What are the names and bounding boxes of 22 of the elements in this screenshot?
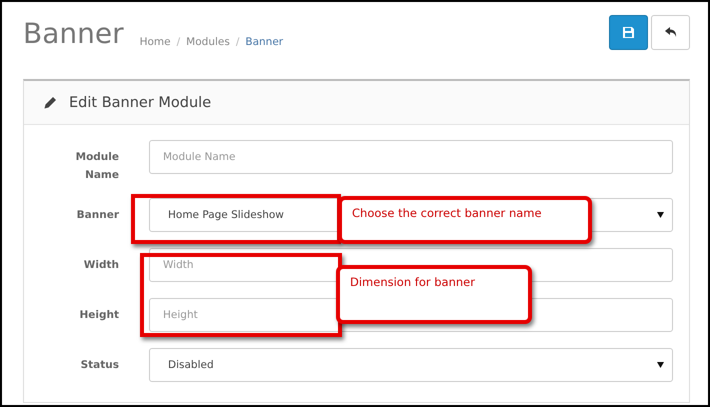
breadcrumb-link[interactable]: Home (140, 36, 171, 48)
reply-arrow-icon (664, 27, 676, 38)
breadcrumb-separator: / (236, 36, 240, 48)
annotation-tooltip: Dimension for banner (336, 265, 532, 324)
caret-icon (657, 212, 664, 218)
page-title: Banner (23, 16, 124, 52)
text-field[interactable]: Module Name (149, 140, 673, 174)
field-label: Status (80, 358, 119, 373)
pencil-icon (44, 96, 57, 109)
annotation-tooltip: Choose the correct banner name (338, 196, 592, 244)
caret-icon (657, 362, 664, 368)
field-label: Module Name (74, 150, 119, 183)
breadcrumb-separator: / (176, 36, 180, 48)
breadcrumb-link[interactable]: Banner (245, 36, 284, 48)
field-label: Height (78, 308, 119, 323)
back-button[interactable] (651, 15, 690, 50)
save-button[interactable] (609, 15, 648, 50)
select-field[interactable]: Disabled (149, 348, 673, 382)
breadcrumb-link[interactable]: Modules (186, 36, 230, 48)
field-label: Width (82, 258, 119, 273)
field-label: Banner (76, 208, 119, 223)
panel-title: Edit Banner Module (69, 94, 212, 110)
